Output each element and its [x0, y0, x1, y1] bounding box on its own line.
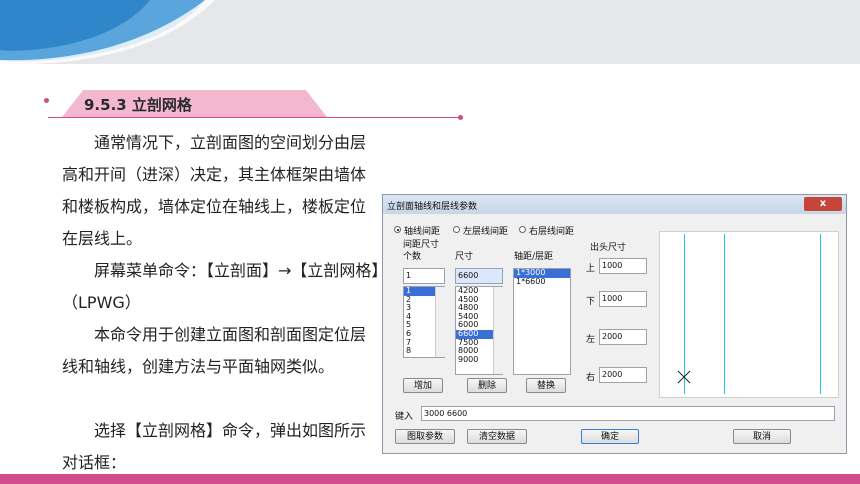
pick-parameters-button[interactable]: 图取参数 — [395, 429, 455, 444]
bullet-dot — [44, 98, 49, 103]
overhang-label: 出头尺寸 — [590, 243, 627, 253]
close-button[interactable]: x — [804, 197, 842, 211]
grid-preview — [659, 231, 839, 398]
key-in-label: 键入 — [395, 412, 414, 422]
radio-right-level-spacing-label: 右层线间距 — [529, 227, 575, 237]
ok-button[interactable]: 确定 — [581, 429, 639, 444]
size-list-scrollbar[interactable] — [493, 287, 503, 374]
overhang-bottom-input[interactable]: 1000 — [599, 291, 647, 307]
wave-decoration — [0, 0, 215, 64]
list-item[interactable]: 1*6600 — [514, 277, 570, 287]
delete-button[interactable]: 删除 — [467, 378, 507, 393]
overhang-right-label: 右 — [586, 373, 596, 383]
axis-spacing-label: 轴距/层距 — [514, 252, 554, 262]
grid-parameters-dialog: 立剖面轴线和层线参数 x 轴线间距 左层线间距 右层线间距 间距尺寸 个数 尺寸… — [382, 194, 847, 454]
overhang-right-input[interactable]: 2000 — [599, 367, 647, 383]
bottom-accent-bar — [0, 474, 860, 484]
section-title: 9.5.3 立剖网格 — [84, 96, 192, 114]
paragraph-select: 选择【立剖网格】命令，弹出如图所示对话框： — [62, 421, 367, 472]
cancel-button[interactable]: 取消 — [733, 429, 791, 444]
count-label: 个数 — [403, 252, 422, 262]
preview-axis-line — [724, 234, 725, 394]
clear-data-button[interactable]: 清空数据 — [467, 429, 527, 444]
bullet-dot — [458, 115, 463, 120]
count-input[interactable]: 1 — [403, 268, 445, 284]
replace-button[interactable]: 替换 — [526, 378, 566, 393]
dialog-title: 立剖面轴线和层线参数 — [387, 202, 478, 212]
size-label: 尺寸 — [455, 252, 474, 262]
paragraph-intro: 通常情况下，立剖面图的空间划分由层高和开间（进深）决定，其主体框架由墙体和楼板构… — [62, 133, 367, 248]
overhang-top-label: 上 — [586, 264, 596, 274]
radio-axis-spacing[interactable] — [394, 226, 401, 233]
origin-cross-icon — [677, 370, 691, 384]
radio-left-level-spacing[interactable] — [453, 226, 460, 233]
radio-left-level-spacing-label: 左层线间距 — [463, 227, 509, 237]
overhang-top-input[interactable]: 1000 — [599, 258, 647, 274]
key-in-input[interactable]: 3000 6600 — [421, 406, 835, 421]
overhang-left-label: 左 — [586, 335, 596, 345]
paragraph-purpose: 本命令用于创建立面图和剖面图定位层线和轴线，创建方法与平面轴网类似。 — [62, 325, 367, 376]
size-input[interactable]: 6600 — [455, 268, 503, 284]
radio-right-level-spacing[interactable] — [519, 226, 526, 233]
section-underline — [48, 117, 463, 118]
overhang-left-input[interactable]: 2000 — [599, 329, 647, 345]
overhang-bottom-label: 下 — [586, 297, 596, 307]
paragraph-menu: 屏幕菜单命令：【立剖面】→【立剖网格】（LPWG） — [62, 261, 380, 312]
axis-spacing-list[interactable]: 1*3000 1*6600 — [513, 268, 571, 375]
preview-axis-line — [820, 234, 821, 394]
count-list-scrollbar[interactable] — [435, 287, 445, 357]
add-button[interactable]: 增加 — [403, 378, 443, 393]
radio-axis-spacing-label: 轴线间距 — [404, 227, 441, 237]
